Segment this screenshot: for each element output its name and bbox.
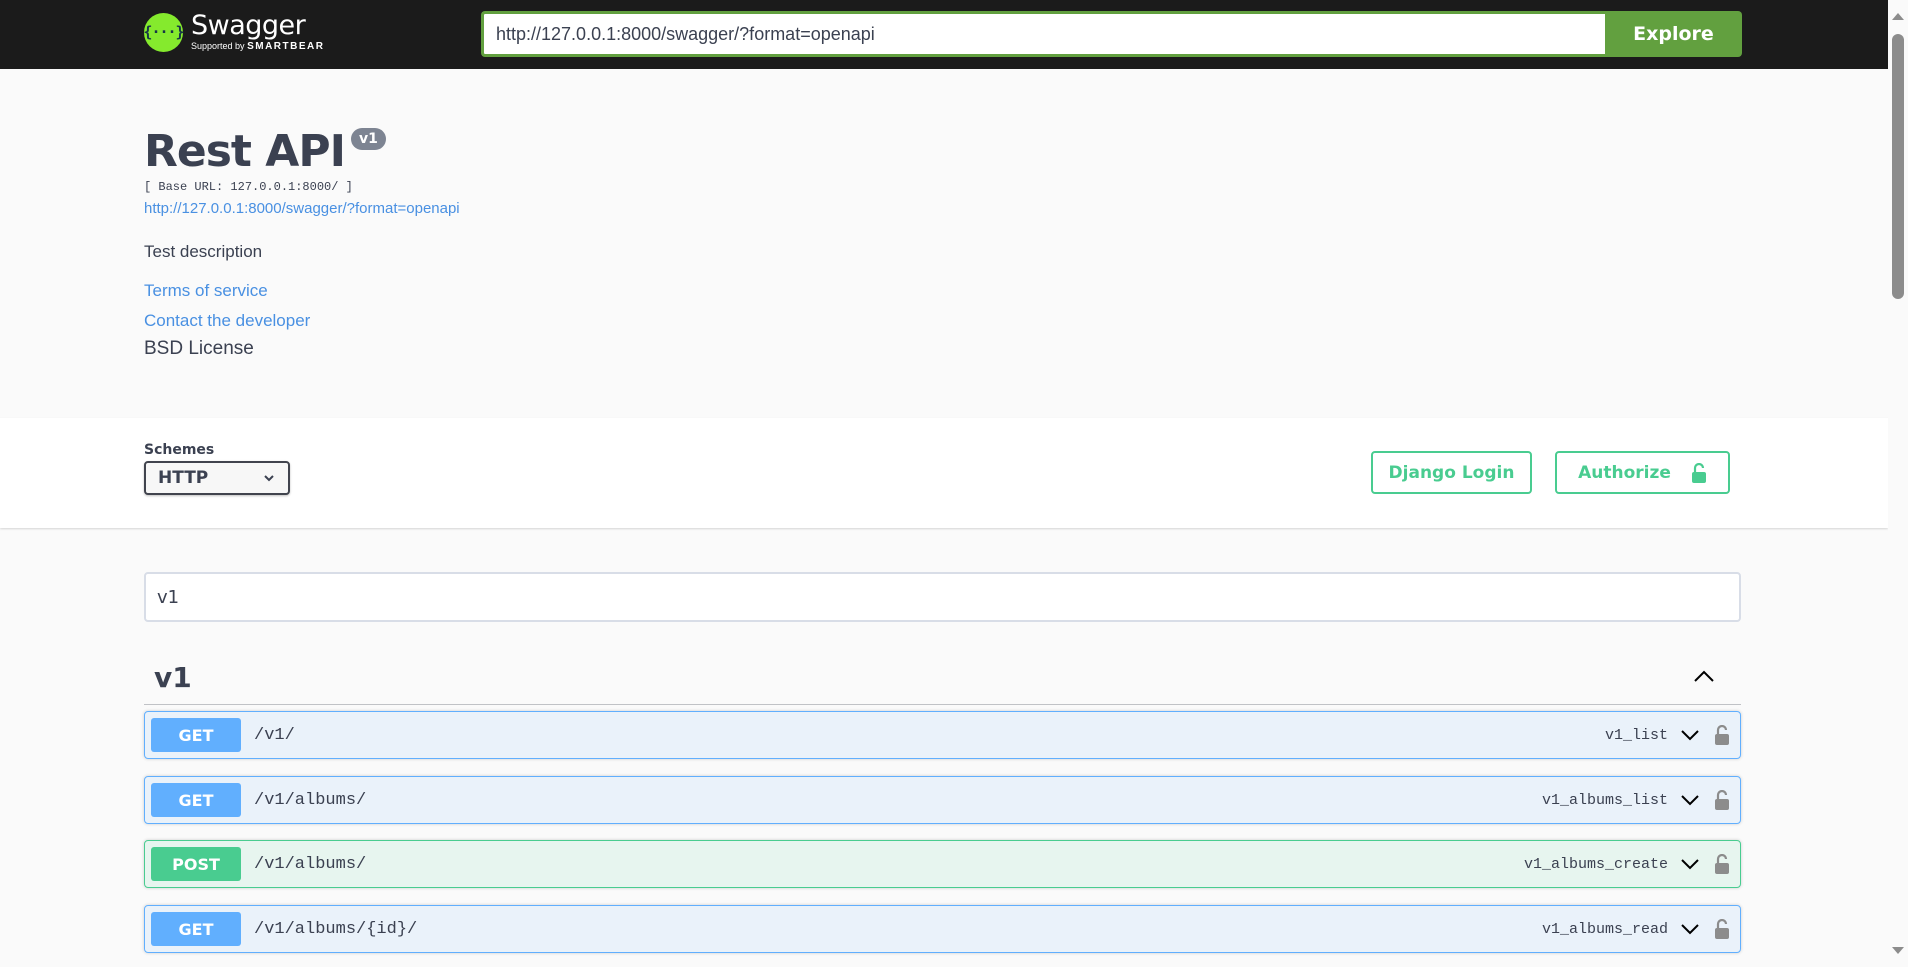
operation-row[interactable]: GET /v1/albums/ v1_albums_list bbox=[144, 776, 1741, 824]
unlock-icon[interactable] bbox=[1714, 790, 1730, 810]
scrollbar-thumb[interactable] bbox=[1892, 34, 1904, 299]
method-badge: GET bbox=[151, 783, 241, 817]
chevron-down-icon[interactable] bbox=[1680, 790, 1700, 810]
schemes-select[interactable]: HTTP bbox=[144, 461, 290, 495]
terms-of-service-link[interactable]: Terms of service bbox=[144, 281, 268, 301]
scheme-container: Schemes HTTP Django Login Authorize bbox=[0, 418, 1888, 528]
api-description: Test description bbox=[144, 242, 263, 261]
scroll-down-arrow-icon[interactable] bbox=[1892, 947, 1904, 954]
api-info: Rest API v1 bbox=[144, 126, 386, 178]
spec-url-input[interactable] bbox=[481, 11, 1605, 57]
spec-link[interactable]: http://127.0.0.1:8000/swagger/?format=op… bbox=[144, 200, 460, 217]
chevron-down-icon[interactable] bbox=[1680, 725, 1700, 745]
unlock-icon[interactable] bbox=[1714, 919, 1730, 939]
logo-subtitle: Supported by SMARTBEAR bbox=[191, 41, 324, 52]
operation-path: /v1/albums/ bbox=[254, 854, 367, 874]
scroll-up-arrow-icon[interactable] bbox=[1892, 13, 1904, 20]
operation-row[interactable]: POST /v1/albums/ v1_albums_create bbox=[144, 840, 1741, 888]
swagger-logo-icon: {···} bbox=[143, 12, 185, 52]
title-row: Rest API v1 bbox=[144, 126, 386, 178]
operation-row[interactable]: GET /v1/ v1_list bbox=[144, 711, 1741, 759]
operation-row[interactable]: GET /v1/albums/{id}/ v1_albums_read bbox=[144, 905, 1741, 953]
operation-path: /v1/ bbox=[254, 725, 295, 745]
operation-path: /v1/albums/ bbox=[254, 790, 367, 810]
authorize-button[interactable]: Authorize bbox=[1555, 451, 1730, 494]
schemes-label: Schemes bbox=[144, 442, 215, 458]
chevron-down-icon bbox=[264, 475, 274, 482]
tag-name: v1 bbox=[154, 660, 192, 694]
unlock-icon bbox=[1691, 462, 1706, 483]
unlock-icon[interactable] bbox=[1714, 725, 1730, 745]
swagger-logo[interactable]: {···} Swagger Supported by SMARTBEAR bbox=[143, 10, 324, 53]
contact-developer-link[interactable]: Contact the developer bbox=[144, 311, 310, 331]
schemes-selected-value: HTTP bbox=[158, 468, 209, 488]
page-scrollbar[interactable] bbox=[1888, 0, 1908, 967]
base-url: [ Base URL: 127.0.0.1:8000/ ] bbox=[144, 180, 353, 194]
operation-path: /v1/albums/{id}/ bbox=[254, 919, 418, 939]
logo-title: Swagger bbox=[191, 10, 306, 41]
tag-header-v1[interactable]: v1 bbox=[144, 650, 1741, 705]
method-badge: POST bbox=[151, 847, 241, 881]
page-title: Rest API bbox=[144, 126, 346, 177]
django-login-button[interactable]: Django Login bbox=[1371, 451, 1532, 494]
url-form: Explore bbox=[481, 11, 1742, 57]
operation-id: v1_albums_read bbox=[1541, 920, 1668, 938]
authorize-label: Authorize bbox=[1578, 462, 1671, 483]
logo-supported-by: Supported by bbox=[191, 41, 245, 51]
operation-id: v1_list bbox=[1604, 726, 1668, 744]
operation-id: v1_albums_list bbox=[1541, 791, 1668, 809]
unlock-icon[interactable] bbox=[1714, 854, 1730, 874]
method-badge: GET bbox=[151, 912, 241, 946]
method-badge: GET bbox=[151, 718, 241, 752]
explore-button[interactable]: Explore bbox=[1605, 11, 1742, 57]
filter-input[interactable] bbox=[144, 572, 1741, 622]
topbar: {···} Swagger Supported by SMARTBEAR Exp… bbox=[0, 0, 1888, 69]
chevron-down-icon[interactable] bbox=[1680, 919, 1700, 939]
license: BSD License bbox=[144, 338, 254, 359]
operation-id: v1_albums_create bbox=[1523, 855, 1668, 873]
chevron-down-icon[interactable] bbox=[1680, 854, 1700, 874]
chevron-up-icon[interactable] bbox=[1693, 666, 1715, 688]
logo-text: Swagger Supported by SMARTBEAR bbox=[191, 10, 324, 53]
version-badge: v1 bbox=[350, 128, 386, 150]
logo-brand: SMARTBEAR bbox=[247, 41, 325, 52]
